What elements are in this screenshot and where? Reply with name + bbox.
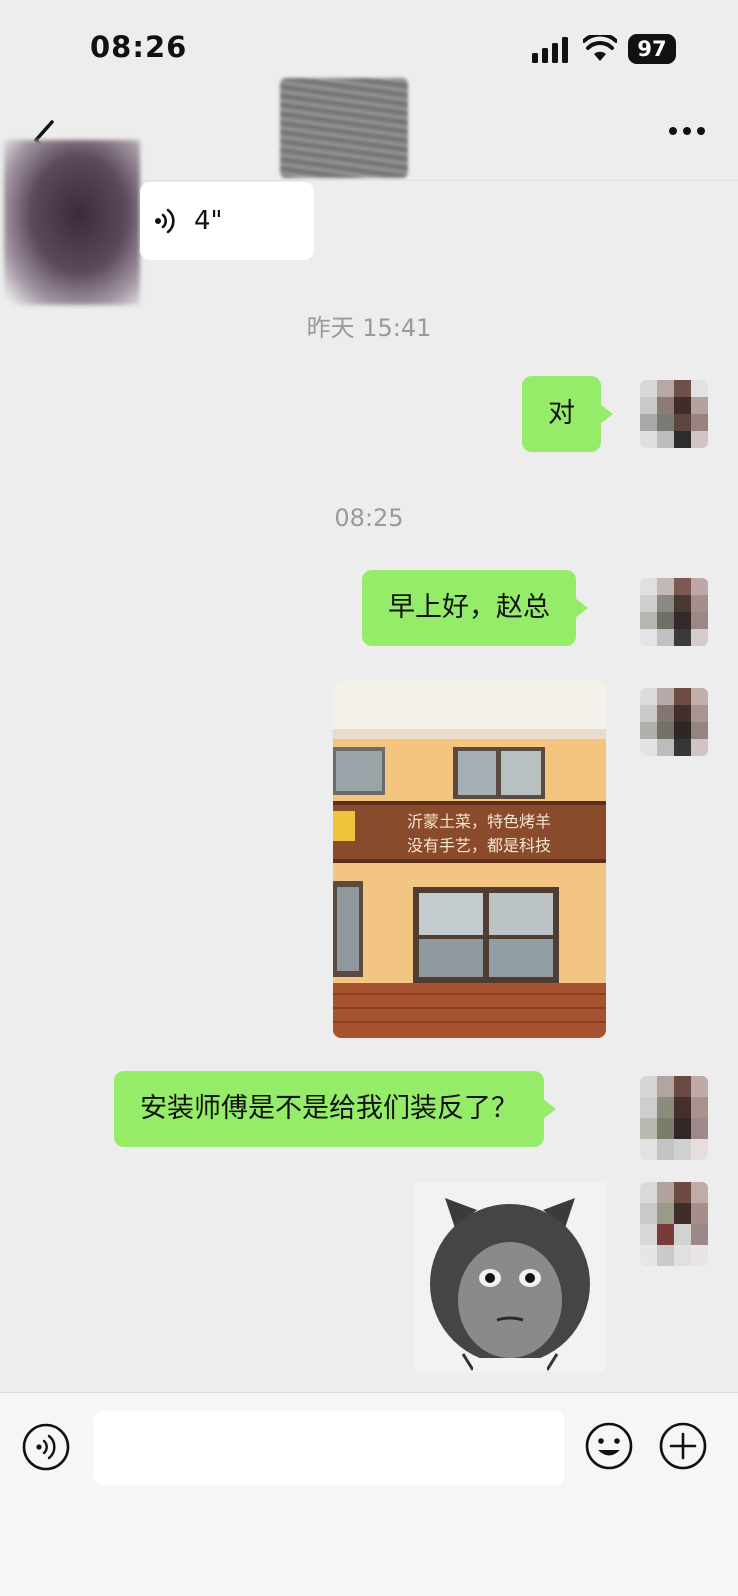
plus-icon[interactable] (658, 1421, 708, 1471)
message-text: 早上好，赵总 (388, 592, 550, 623)
voice-message-bubble[interactable]: 4" (140, 182, 314, 260)
voice-wave-icon (155, 208, 175, 234)
timestamp: 昨天 15:41 (306, 314, 432, 342)
my-avatar[interactable] (640, 1182, 708, 1266)
timestamp: 08:25 (334, 504, 404, 532)
message-text: 安装师傅是不是给我们装反了？ (140, 1093, 518, 1124)
wifi-icon (583, 35, 617, 61)
my-avatar[interactable] (640, 688, 708, 756)
signal-icon (532, 37, 568, 63)
sign-line-1: 沂蒙土菜，特色烤羊 (407, 812, 551, 831)
voice-duration: 4" (194, 206, 223, 236)
message-input[interactable] (94, 1411, 564, 1485)
emoji-icon[interactable] (584, 1421, 634, 1471)
my-avatar[interactable] (640, 1076, 708, 1160)
status-time: 08:26 (90, 30, 188, 64)
message-bubble-greeting[interactable]: 早上好，赵总 (362, 570, 588, 646)
voice-toggle-icon[interactable] (22, 1423, 70, 1471)
contact-name-redacted (280, 78, 408, 178)
sticker-message[interactable] (415, 1182, 605, 1372)
message-bubble-reply[interactable]: 对 (522, 376, 613, 452)
contact-avatar-redacted[interactable] (4, 140, 140, 305)
input-bar (0, 1392, 738, 1596)
message-text: 对 (548, 398, 575, 429)
my-avatar[interactable] (640, 578, 708, 646)
photo-message[interactable]: 沂蒙土菜，特色烤羊 没有手艺，都是科技 (333, 681, 606, 1038)
sign-line-2: 没有手艺，都是科技 (407, 836, 551, 855)
my-avatar[interactable] (640, 380, 708, 448)
battery-icon: 97 (628, 34, 676, 64)
more-icon[interactable] (668, 125, 706, 137)
storefront-photo: 沂蒙土菜，特色烤羊 没有手艺，都是科技 (333, 681, 606, 1038)
message-bubble-question[interactable]: 安装师傅是不是给我们装反了？ (114, 1071, 556, 1147)
